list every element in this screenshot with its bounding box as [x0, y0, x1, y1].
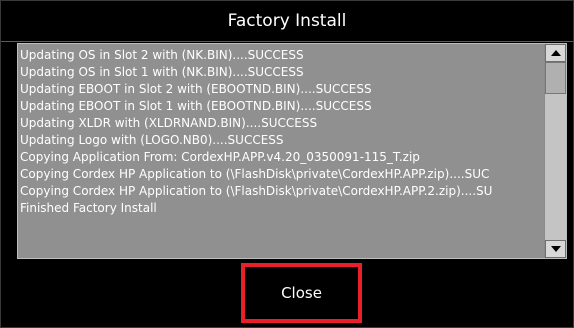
install-log-text: Updating OS in Slot 2 with (NK.BIN)....S…: [20, 47, 542, 217]
log-line: Updating OS in Slot 1 with (NK.BIN)....S…: [20, 65, 304, 79]
log-line: Updating EBOOT in Slot 1 with (EBOOTND.B…: [20, 99, 372, 113]
close-button-highlight: Close: [241, 263, 362, 323]
scroll-thumb[interactable]: [545, 62, 566, 94]
log-scrollbar[interactable]: [544, 44, 566, 258]
close-button[interactable]: Close: [249, 271, 354, 315]
log-line: Copying Cordex HP Application to (\Flash…: [20, 167, 490, 181]
log-line: Updating XLDR with (XLDRNAND.BIN)....SUC…: [20, 116, 318, 130]
log-line: Copying Application From: CordexHP.APP.v…: [20, 150, 420, 164]
log-line: Updating OS in Slot 2 with (NK.BIN)....S…: [20, 48, 304, 62]
arrow-up-icon: [551, 50, 561, 56]
log-line: Updating EBOOT in Slot 2 with (EBOOTND.B…: [20, 82, 372, 96]
factory-install-dialog: Factory Install Updating OS in Slot 2 wi…: [0, 0, 574, 328]
log-line: Finished Factory Install: [20, 201, 157, 215]
scroll-up-button[interactable]: [545, 44, 566, 62]
log-line: Updating Logo with (LOGO.NB0)....SUCCESS: [20, 133, 284, 147]
install-log-panel[interactable]: Updating OS in Slot 2 with (NK.BIN)....S…: [17, 43, 567, 259]
arrow-down-icon: [551, 246, 561, 252]
dialog-title: Factory Install: [1, 1, 573, 42]
scroll-down-button[interactable]: [545, 240, 566, 258]
log-line: Copying Cordex HP Application to (\Flash…: [20, 184, 493, 198]
